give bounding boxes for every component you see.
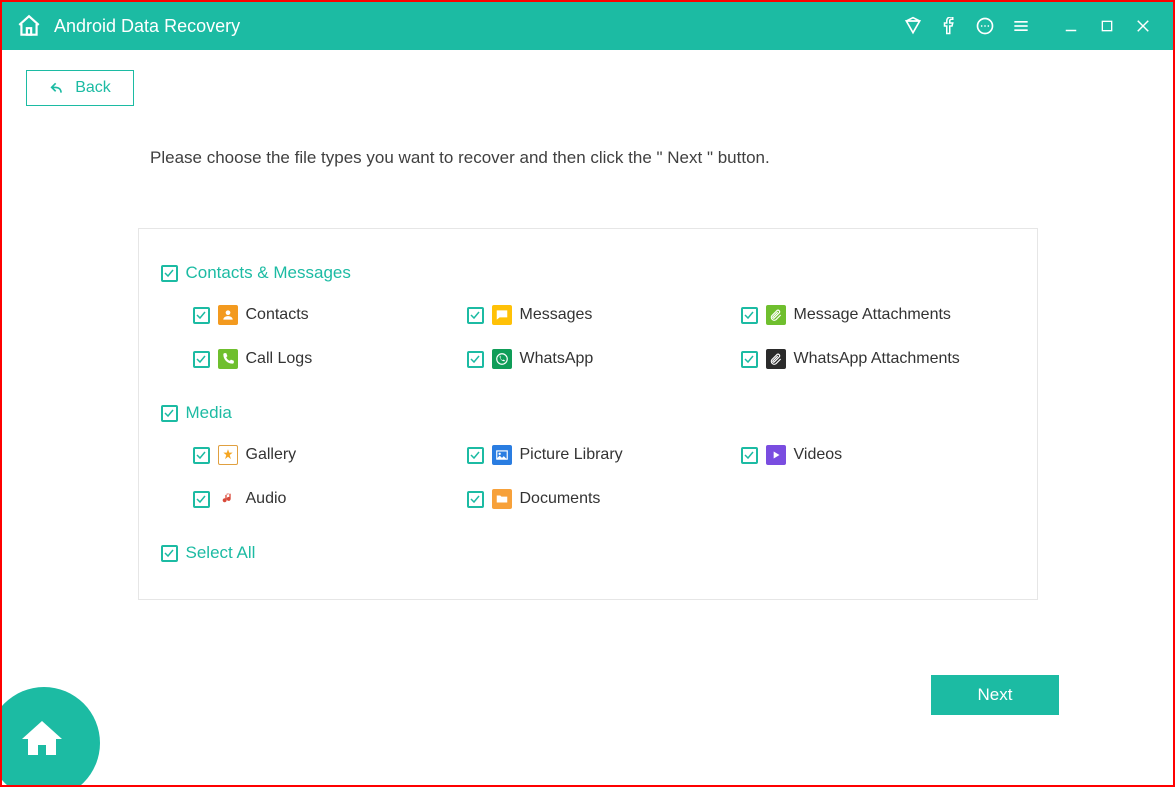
section-label: Contacts & Messages	[186, 263, 351, 283]
whatsapp-icon	[492, 349, 512, 369]
checkbox-whatsapp[interactable]	[467, 351, 484, 368]
checkbox-messages[interactable]	[467, 307, 484, 324]
facebook-icon[interactable]	[935, 12, 963, 40]
app-title: Android Data Recovery	[54, 16, 240, 37]
item-label: Audio	[246, 490, 287, 508]
item-documents[interactable]: Documents	[467, 489, 741, 509]
checkbox-whatsapp-attachments[interactable]	[741, 351, 758, 368]
checkbox-media[interactable]	[161, 405, 178, 422]
item-label: Videos	[794, 446, 843, 464]
section-contacts-messages[interactable]: Contacts & Messages	[161, 263, 1015, 283]
message-attachments-icon	[766, 305, 786, 325]
checkbox-select-all[interactable]	[161, 545, 178, 562]
item-label: Gallery	[246, 446, 297, 464]
item-gallery[interactable]: Gallery	[193, 445, 467, 465]
item-messages[interactable]: Messages	[467, 305, 741, 325]
item-label: Picture Library	[520, 446, 623, 464]
instruction-text: Please choose the file types you want to…	[150, 148, 1173, 168]
checkbox-call-logs[interactable]	[193, 351, 210, 368]
checkbox-gallery[interactable]	[193, 447, 210, 464]
titlebar: Android Data Recovery	[2, 2, 1173, 50]
file-type-panel: Contacts & Messages Contacts Messages Me…	[138, 228, 1038, 600]
item-label: Messages	[520, 306, 593, 324]
item-call-logs[interactable]: Call Logs	[193, 349, 467, 369]
select-all-label: Select All	[186, 543, 256, 563]
item-picture-library[interactable]: Picture Library	[467, 445, 741, 465]
item-label: Message Attachments	[794, 306, 951, 324]
minimize-icon[interactable]	[1057, 12, 1085, 40]
item-whatsapp-attachments[interactable]: WhatsApp Attachments	[741, 349, 1015, 369]
feedback-icon[interactable]	[971, 12, 999, 40]
item-label: Contacts	[246, 306, 309, 324]
documents-icon	[492, 489, 512, 509]
next-button[interactable]: Next	[931, 675, 1059, 715]
checkbox-audio[interactable]	[193, 491, 210, 508]
picture-library-icon	[492, 445, 512, 465]
messages-icon	[492, 305, 512, 325]
checkbox-documents[interactable]	[467, 491, 484, 508]
item-message-attachments[interactable]: Message Attachments	[741, 305, 1015, 325]
whatsapp-attachments-icon	[766, 349, 786, 369]
select-all[interactable]: Select All	[161, 543, 1015, 563]
checkbox-contacts-messages[interactable]	[161, 265, 178, 282]
item-videos[interactable]: Videos	[741, 445, 1015, 465]
contacts-icon	[218, 305, 238, 325]
checkbox-message-attachments[interactable]	[741, 307, 758, 324]
section-label: Media	[186, 403, 232, 423]
call-logs-icon	[218, 349, 238, 369]
back-button[interactable]: Back	[26, 70, 134, 106]
maximize-icon[interactable]	[1093, 12, 1121, 40]
item-label: WhatsApp	[520, 350, 594, 368]
item-label: Call Logs	[246, 350, 313, 368]
videos-icon	[766, 445, 786, 465]
next-button-label: Next	[978, 685, 1013, 704]
item-label: Documents	[520, 490, 601, 508]
home-icon[interactable]	[14, 11, 44, 41]
gallery-icon	[218, 445, 238, 465]
item-whatsapp[interactable]: WhatsApp	[467, 349, 741, 369]
audio-icon	[218, 489, 238, 509]
checkbox-contacts[interactable]	[193, 307, 210, 324]
back-button-label: Back	[75, 79, 111, 97]
menu-icon[interactable]	[1007, 12, 1035, 40]
checkbox-picture-library[interactable]	[467, 447, 484, 464]
item-audio[interactable]: Audio	[193, 489, 467, 509]
section-media[interactable]: Media	[161, 403, 1015, 423]
close-icon[interactable]	[1129, 12, 1157, 40]
diamond-icon[interactable]	[899, 12, 927, 40]
checkbox-videos[interactable]	[741, 447, 758, 464]
item-contacts[interactable]: Contacts	[193, 305, 467, 325]
home-fab[interactable]	[0, 687, 100, 787]
item-label: WhatsApp Attachments	[794, 350, 960, 368]
